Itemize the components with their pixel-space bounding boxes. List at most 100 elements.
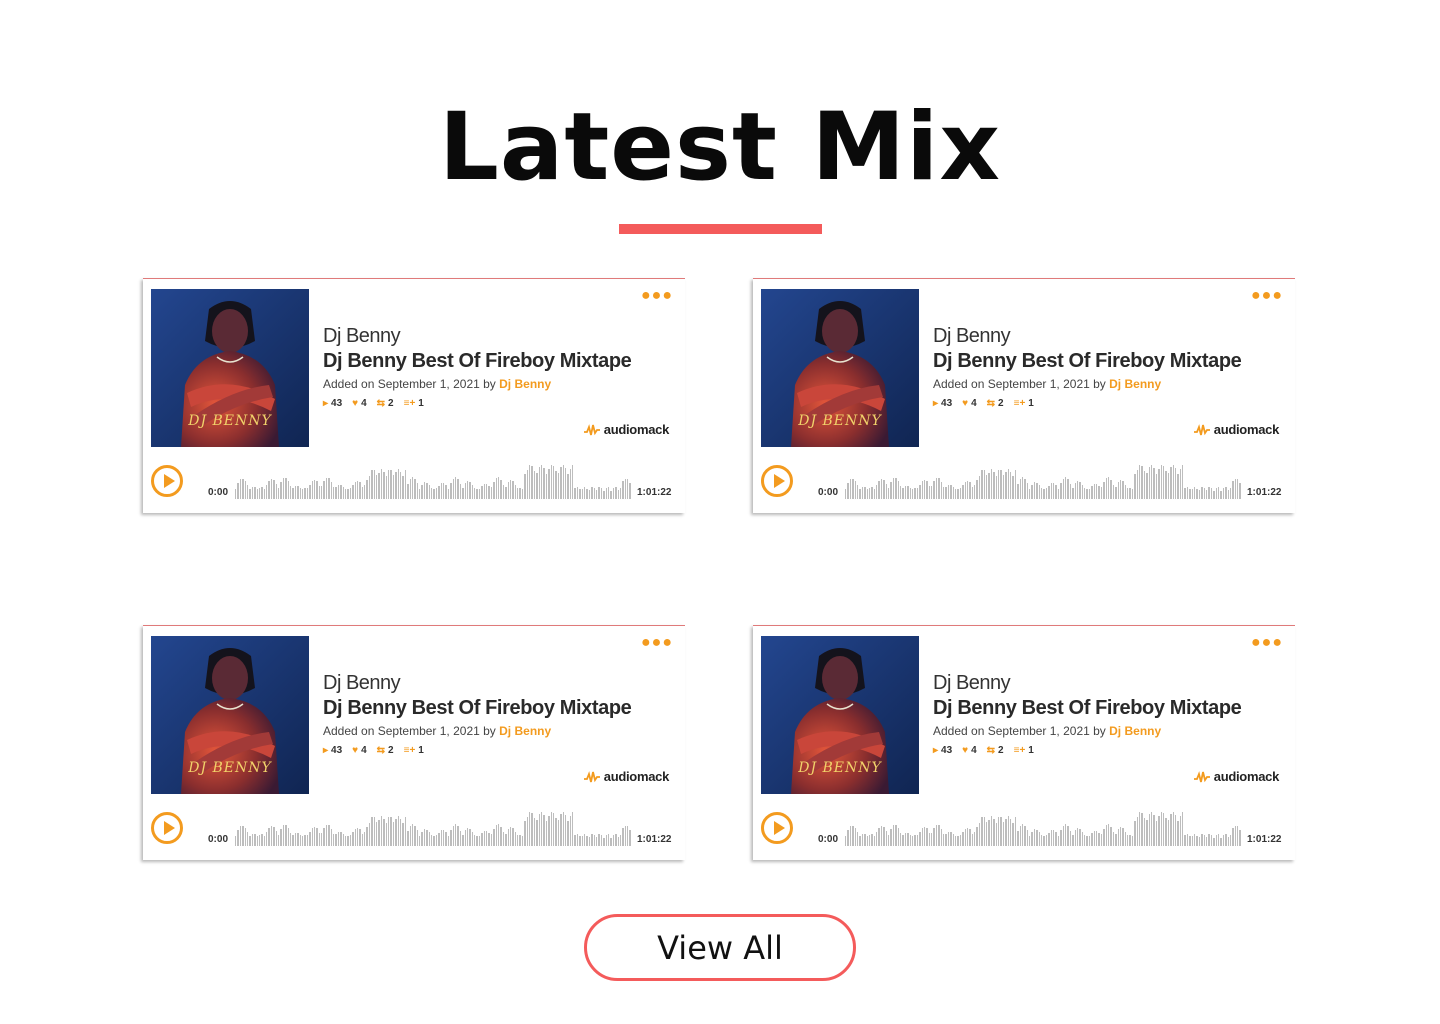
favorites-stat[interactable]: ♥ 4 <box>962 745 977 756</box>
plays-count: 43 <box>941 745 953 756</box>
playlists-count: 1 <box>418 745 424 756</box>
playlists-stat[interactable]: ≡+ 1 <box>1014 398 1034 409</box>
playlists-stat[interactable]: ≡+ 1 <box>404 745 424 756</box>
waveform-scrubber[interactable] <box>235 465 635 499</box>
repost-icon: ⇆ <box>376 745 386 756</box>
play-count-icon: ▸ <box>933 398 939 409</box>
time-start: 0:00 <box>208 834 229 845</box>
time-duration: 1:01:22 <box>1247 834 1282 845</box>
mix-card: DJ BENNY ●●● Dj Benny Dj Benny Best Of F… <box>143 625 685 860</box>
audiomack-logo[interactable]: audiomack <box>1193 769 1280 784</box>
stats-row: ▸ 43 ♥ 4 ⇆ 2 ≡+ 1 <box>323 398 424 409</box>
more-options-icon[interactable]: ●●● <box>641 635 673 651</box>
repost-icon: ⇆ <box>376 398 386 409</box>
artwork-label: DJ BENNY <box>188 413 272 429</box>
stats-row: ▸ 43 ♥ 4 ⇆ 2 ≡+ 1 <box>933 398 1034 409</box>
play-button[interactable] <box>761 812 793 844</box>
audiomack-waveform-icon <box>583 770 600 782</box>
album-artwork[interactable]: DJ BENNY <box>761 289 919 447</box>
play-button[interactable] <box>151 812 183 844</box>
stats-row: ▸ 43 ♥ 4 ⇆ 2 ≡+ 1 <box>933 745 1034 756</box>
added-by-link[interactable]: Dj Benny <box>1109 377 1161 391</box>
added-by-link[interactable]: Dj Benny <box>499 377 551 391</box>
added-info: Added on September 1, 2021 by Dj Benny <box>933 724 1161 738</box>
title-underline <box>619 224 822 234</box>
waveform-scrubber[interactable] <box>845 465 1245 499</box>
artist-name[interactable]: Dj Benny <box>933 672 1011 695</box>
artist-name[interactable]: Dj Benny <box>323 325 401 348</box>
more-options-icon[interactable]: ●●● <box>1251 288 1283 304</box>
audiomack-waveform-icon <box>583 423 600 435</box>
time-duration: 1:01:22 <box>637 834 672 845</box>
reposts-count: 2 <box>998 745 1004 756</box>
track-title[interactable]: Dj Benny Best Of Fireboy Mixtape <box>323 697 632 720</box>
album-artwork[interactable]: DJ BENNY <box>761 636 919 794</box>
added-info: Added on September 1, 2021 by Dj Benny <box>323 724 551 738</box>
added-prefix: Added on September 1, 2021 by <box>323 377 496 391</box>
mix-card: DJ BENNY ●●● Dj Benny Dj Benny Best Of F… <box>753 278 1295 513</box>
audiomack-logo[interactable]: audiomack <box>1193 422 1280 437</box>
audiomack-waveform-icon <box>1193 423 1210 435</box>
waveform-scrubber[interactable] <box>845 812 1245 846</box>
plays-stat: ▸ 43 <box>933 398 952 409</box>
plays-count: 43 <box>331 398 343 409</box>
album-artwork[interactable]: DJ BENNY <box>151 636 309 794</box>
add-to-playlist-icon: ≡+ <box>403 398 416 409</box>
track-title[interactable]: Dj Benny Best Of Fireboy Mixtape <box>933 697 1242 720</box>
plays-stat: ▸ 43 <box>933 745 952 756</box>
reposts-stat[interactable]: ⇆ 2 <box>987 398 1004 409</box>
reposts-stat[interactable]: ⇆ 2 <box>377 745 394 756</box>
plays-stat: ▸ 43 <box>323 398 342 409</box>
mix-card: DJ BENNY ●●● Dj Benny Dj Benny Best Of F… <box>143 278 685 513</box>
audiomack-waveform-icon <box>1193 770 1210 782</box>
time-duration: 1:01:22 <box>637 487 672 498</box>
added-prefix: Added on September 1, 2021 by <box>323 724 496 738</box>
audiomack-logo[interactable]: audiomack <box>583 769 670 784</box>
playlists-stat[interactable]: ≡+ 1 <box>1014 745 1034 756</box>
added-by-link[interactable]: Dj Benny <box>1109 724 1161 738</box>
waveform-scrubber[interactable] <box>235 812 635 846</box>
favorites-count: 4 <box>361 745 367 756</box>
reposts-count: 2 <box>388 745 394 756</box>
favorites-stat[interactable]: ♥ 4 <box>352 745 367 756</box>
playlists-count: 1 <box>418 398 424 409</box>
album-artwork[interactable]: DJ BENNY <box>151 289 309 447</box>
reposts-stat[interactable]: ⇆ 2 <box>377 398 394 409</box>
more-options-icon[interactable]: ●●● <box>641 288 673 304</box>
reposts-count: 2 <box>998 398 1004 409</box>
repost-icon: ⇆ <box>986 398 996 409</box>
favorites-count: 4 <box>971 398 977 409</box>
playlists-stat[interactable]: ≡+ 1 <box>404 398 424 409</box>
reposts-stat[interactable]: ⇆ 2 <box>987 745 1004 756</box>
play-button[interactable] <box>761 465 793 497</box>
artwork-label: DJ BENNY <box>798 760 882 776</box>
favorites-stat[interactable]: ♥ 4 <box>962 398 977 409</box>
view-all-button[interactable]: View All <box>584 914 856 981</box>
playlists-count: 1 <box>1028 745 1034 756</box>
brand-name: audiomack <box>1213 769 1280 784</box>
favorites-stat[interactable]: ♥ 4 <box>352 398 367 409</box>
add-to-playlist-icon: ≡+ <box>403 745 416 756</box>
audiomack-logo[interactable]: audiomack <box>583 422 669 437</box>
add-to-playlist-icon: ≡+ <box>1013 745 1026 756</box>
brand-name: audiomack <box>603 769 670 784</box>
added-info: Added on September 1, 2021 by Dj Benny <box>933 377 1161 391</box>
play-count-icon: ▸ <box>323 398 329 409</box>
added-by-link[interactable]: Dj Benny <box>499 724 551 738</box>
mix-card: DJ BENNY ●●● Dj Benny Dj Benny Best Of F… <box>753 625 1295 860</box>
artist-name[interactable]: Dj Benny <box>323 672 401 695</box>
play-button[interactable] <box>151 465 183 497</box>
plays-stat: ▸ 43 <box>323 745 342 756</box>
more-options-icon[interactable]: ●●● <box>1251 635 1283 651</box>
artist-name[interactable]: Dj Benny <box>933 325 1011 348</box>
heart-icon: ♥ <box>962 745 969 756</box>
section-title: Latest Mix <box>438 93 1002 202</box>
artwork-label: DJ BENNY <box>798 413 882 429</box>
brand-name: audiomack <box>1213 422 1280 437</box>
plays-count: 43 <box>941 398 953 409</box>
track-title[interactable]: Dj Benny Best Of Fireboy Mixtape <box>933 350 1242 373</box>
added-info: Added on September 1, 2021 by Dj Benny <box>323 377 551 391</box>
track-title[interactable]: Dj Benny Best Of Fireboy Mixtape <box>323 350 632 373</box>
playlists-count: 1 <box>1028 398 1034 409</box>
heart-icon: ♥ <box>352 745 359 756</box>
